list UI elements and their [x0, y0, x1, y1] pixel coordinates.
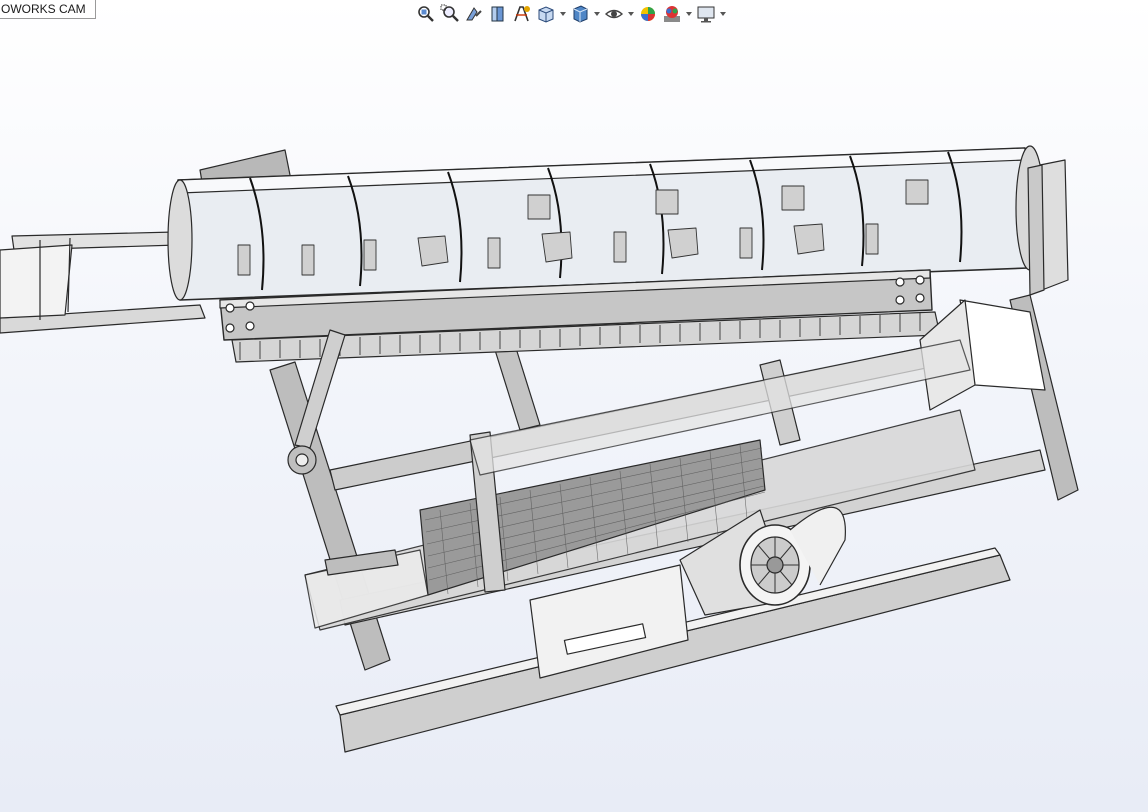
apply-scene-dropdown[interactable]: [684, 3, 694, 25]
heads-up-view-toolbar: [414, 3, 728, 25]
zoom-to-fit-icon: [418, 6, 434, 22]
apply-scene-button[interactable]: [660, 3, 684, 25]
chevron-down-icon: [594, 12, 600, 16]
chevron-down-icon: [560, 12, 566, 16]
view-settings-dropdown[interactable]: [718, 3, 728, 25]
hide-show-items-dropdown[interactable]: [626, 3, 636, 25]
zoom-to-fit-button[interactable]: [414, 3, 438, 25]
edit-appearance-icon: [641, 7, 655, 21]
edit-appearance-button[interactable]: [636, 3, 660, 25]
cam-tab[interactable]: OWORKS CAM: [0, 0, 96, 19]
hide-show-items-icon: [604, 9, 624, 19]
display-style-button[interactable]: [568, 3, 592, 25]
dynamic-annotation-button[interactable]: [510, 3, 534, 25]
view-orientation-dropdown[interactable]: [558, 3, 568, 25]
previous-view-icon: [466, 7, 482, 21]
view-settings-icon: [697, 6, 715, 23]
view-orientation-button[interactable]: [534, 3, 558, 25]
chevron-down-icon: [686, 12, 692, 16]
graphics-viewport[interactable]: [0, 0, 1148, 812]
previous-view-button[interactable]: [462, 3, 486, 25]
chevron-down-icon: [628, 12, 634, 16]
view-settings-button[interactable]: [694, 3, 718, 25]
section-view-icon: [491, 6, 504, 22]
frame-leg: [494, 344, 541, 431]
zoom-to-area-icon: [440, 4, 459, 22]
cam-tab-label: OWORKS CAM: [1, 2, 86, 16]
view-orientation-icon: [538, 6, 554, 23]
display-style-dropdown[interactable]: [592, 3, 602, 25]
section-view-button[interactable]: [486, 3, 510, 25]
apply-scene-icon: [664, 6, 680, 22]
hide-show-items-button[interactable]: [602, 3, 626, 25]
dynamic-annotation-icon: [514, 6, 530, 22]
display-style-icon: [573, 5, 588, 23]
cad-assembly-model[interactable]: [0, 0, 1148, 812]
chevron-down-icon: [720, 12, 726, 16]
zoom-to-area-button[interactable]: [438, 3, 462, 25]
